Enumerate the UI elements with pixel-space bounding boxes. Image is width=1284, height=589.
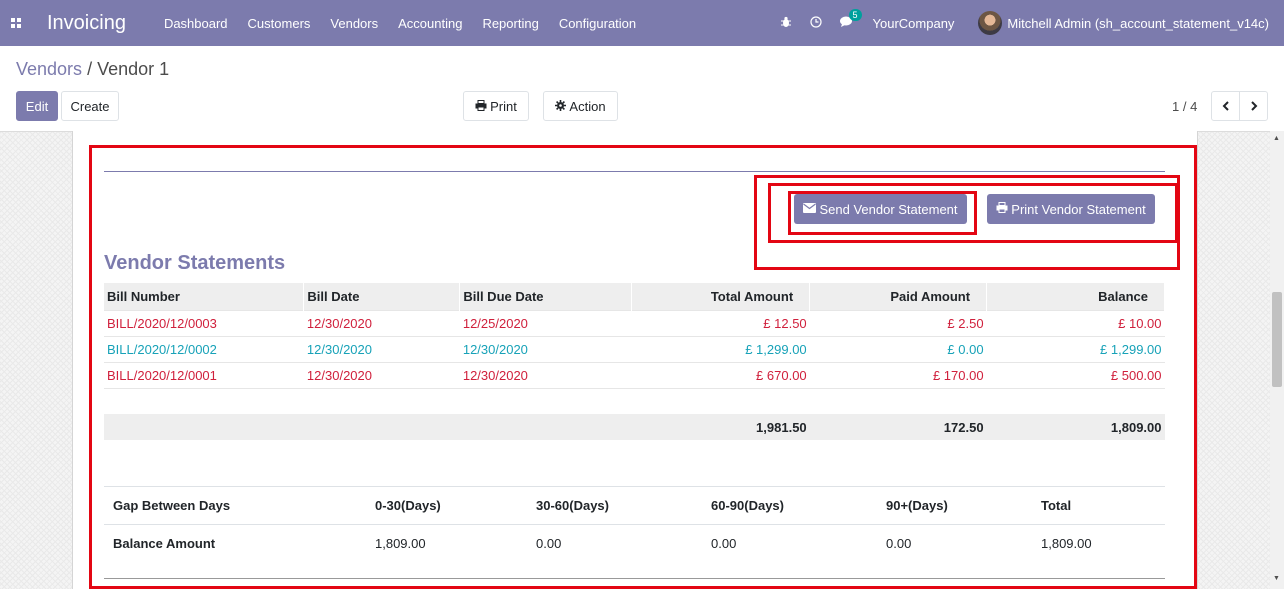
breadcrumb-vendors-link[interactable]: Vendors — [16, 59, 82, 79]
create-button[interactable]: Create — [61, 91, 119, 121]
user-avatar[interactable] — [978, 11, 1003, 35]
paid-amount-cell: £ 170.00 — [809, 361, 987, 388]
spacer-row — [104, 387, 1165, 414]
aging-header-total: Total — [1032, 486, 1165, 525]
messages-chat-icon[interactable]: 5 — [839, 8, 862, 31]
menu-customers[interactable]: Customers — [248, 16, 311, 31]
total-amount-cell: £ 12.50 — [631, 309, 810, 336]
aging-header-60-90: 60-90(Days) — [702, 486, 877, 525]
aging-0-30-value: 1,809.00 — [366, 524, 527, 563]
balance-cell: £ 500.00 — [986, 361, 1165, 388]
aging-total-value: 1,809.00 — [1032, 524, 1165, 563]
print-vendor-statement-button[interactable]: Print Vendor Statement — [987, 194, 1155, 224]
aging-header-gap: Gap Between Days — [104, 486, 366, 525]
bill-date-cell: 12/30/2020 — [303, 309, 460, 336]
navbar-systray: 5 YourCompany Mitchell Admin (sh_account… — [780, 0, 1284, 46]
paid-amount-sum: 172.50 — [809, 414, 987, 440]
bill-due-date-cell: 12/30/2020 — [459, 335, 632, 362]
pager-buttons — [1211, 91, 1268, 121]
aging-balance-row: Balance Amount 1,809.00 0.00 0.00 0.00 1… — [104, 524, 1165, 563]
table-header-row: Bill Number Bill Date Bill Due Date Tota… — [104, 283, 1165, 310]
bill-date-cell: 12/30/2020 — [303, 335, 460, 362]
aging-header-row: Gap Between Days 0-30(Days) 30-60(Days) … — [104, 486, 1165, 525]
app-brand[interactable]: Invoicing — [47, 12, 126, 35]
section-divider-bottom — [104, 578, 1165, 579]
print-icon — [475, 99, 487, 114]
aging-60-90-value: 0.00 — [702, 524, 877, 563]
messages-count-badge: 5 — [848, 8, 862, 21]
print-icon — [996, 202, 1008, 216]
column-header-total-amount: Total Amount — [631, 283, 811, 310]
envelope-icon — [803, 202, 817, 216]
column-header-paid-amount: Paid Amount — [809, 283, 988, 310]
balance-cell: £ 1,299.00 — [986, 335, 1165, 362]
debug-bug-icon[interactable] — [780, 16, 792, 31]
menu-configuration[interactable]: Configuration — [559, 16, 636, 31]
menu-vendors[interactable]: Vendors — [330, 16, 378, 31]
bill-number-cell: BILL/2020/12/0002 — [104, 335, 304, 362]
aging-90-plus-value: 0.00 — [877, 524, 1032, 563]
aging-header-90-plus: 90+(Days) — [877, 486, 1032, 525]
vendor-statement-table: Bill Number Bill Date Bill Due Date Tota… — [104, 283, 1165, 440]
print-label: Print — [490, 98, 517, 114]
gear-icon — [555, 99, 567, 114]
activity-clock-icon[interactable] — [809, 15, 822, 31]
table-row[interactable]: BILL/2020/12/0001 12/30/2020 12/30/2020 … — [104, 361, 1165, 388]
vertical-scrollbar[interactable]: ▲ ▼ — [1270, 131, 1284, 589]
pager-previous-button[interactable] — [1212, 92, 1240, 120]
print-vendor-statement-label: Print Vendor Statement — [1011, 201, 1146, 217]
bill-number-cell: BILL/2020/12/0001 — [104, 361, 304, 388]
scrollbar-thumb[interactable] — [1272, 292, 1282, 387]
aging-header-0-30: 0-30(Days) — [366, 486, 527, 525]
action-label: Action — [569, 98, 606, 114]
bill-date-cell: 12/30/2020 — [303, 361, 460, 388]
bill-number-cell: BILL/2020/12/0003 — [104, 309, 304, 336]
menu-reporting[interactable]: Reporting — [482, 16, 538, 31]
chevron-left-icon — [1222, 101, 1229, 111]
top-navbar: Invoicing Dashboard Customers Vendors Ac… — [0, 0, 1284, 46]
aging-header-30-60: 30-60(Days) — [527, 486, 702, 525]
chevron-right-icon — [1250, 101, 1257, 111]
edit-button[interactable]: Edit — [16, 91, 58, 121]
column-header-bill-number: Bill Number — [104, 283, 305, 310]
total-amount-cell: £ 1,299.00 — [631, 335, 810, 362]
aging-30-60-value: 0.00 — [527, 524, 702, 563]
breadcrumb: Vendors / Vendor 1 — [16, 59, 169, 80]
action-dropdown-button[interactable]: Action — [543, 91, 618, 121]
breadcrumb-current: Vendor 1 — [97, 59, 170, 79]
aging-table: Gap Between Days 0-30(Days) 30-60(Days) … — [104, 486, 1165, 563]
totals-row: 1,981.50 172.50 1,809.00 — [104, 414, 1165, 440]
scroll-down-arrow-icon[interactable]: ▼ — [1273, 575, 1280, 582]
total-amount-cell: £ 670.00 — [631, 361, 810, 388]
company-switcher[interactable]: YourCompany — [873, 16, 955, 31]
balance-sum: 1,809.00 — [986, 414, 1165, 440]
total-amount-sum: 1,981.50 — [631, 414, 810, 440]
table-row[interactable]: BILL/2020/12/0002 12/30/2020 12/30/2020 … — [104, 335, 1165, 362]
send-vendor-statement-button[interactable]: Send Vendor Statement — [794, 194, 967, 224]
column-header-balance: Balance — [986, 283, 1165, 310]
paid-amount-cell: £ 2.50 — [809, 309, 987, 336]
apps-menu-icon[interactable] — [0, 0, 32, 46]
menu-accounting[interactable]: Accounting — [398, 16, 462, 31]
main-menu: Dashboard Customers Vendors Accounting R… — [164, 16, 656, 31]
vendor-statements-title: Vendor Statements — [104, 252, 286, 274]
breadcrumb-separator: / — [82, 59, 98, 79]
table-row[interactable]: BILL/2020/12/0003 12/30/2020 12/25/2020 … — [104, 309, 1165, 336]
pager-value[interactable]: 1 / 4 — [1172, 99, 1197, 114]
paid-amount-cell: £ 0.00 — [809, 335, 987, 362]
menu-dashboard[interactable]: Dashboard — [164, 16, 228, 31]
send-vendor-statement-label: Send Vendor Statement — [819, 201, 958, 217]
aging-row-label: Balance Amount — [104, 524, 366, 563]
bill-due-date-cell: 12/25/2020 — [459, 309, 632, 336]
user-menu[interactable]: Mitchell Admin (sh_account_statement_v14… — [1007, 16, 1269, 31]
column-header-bill-due-date: Bill Due Date — [459, 283, 633, 310]
scroll-up-arrow-icon[interactable]: ▲ — [1273, 135, 1280, 142]
column-header-bill-date: Bill Date — [303, 283, 461, 310]
print-dropdown-button[interactable]: Print — [463, 91, 529, 121]
bill-due-date-cell: 12/30/2020 — [459, 361, 632, 388]
balance-cell: £ 10.00 — [986, 309, 1165, 336]
pager-next-button[interactable] — [1240, 92, 1267, 120]
